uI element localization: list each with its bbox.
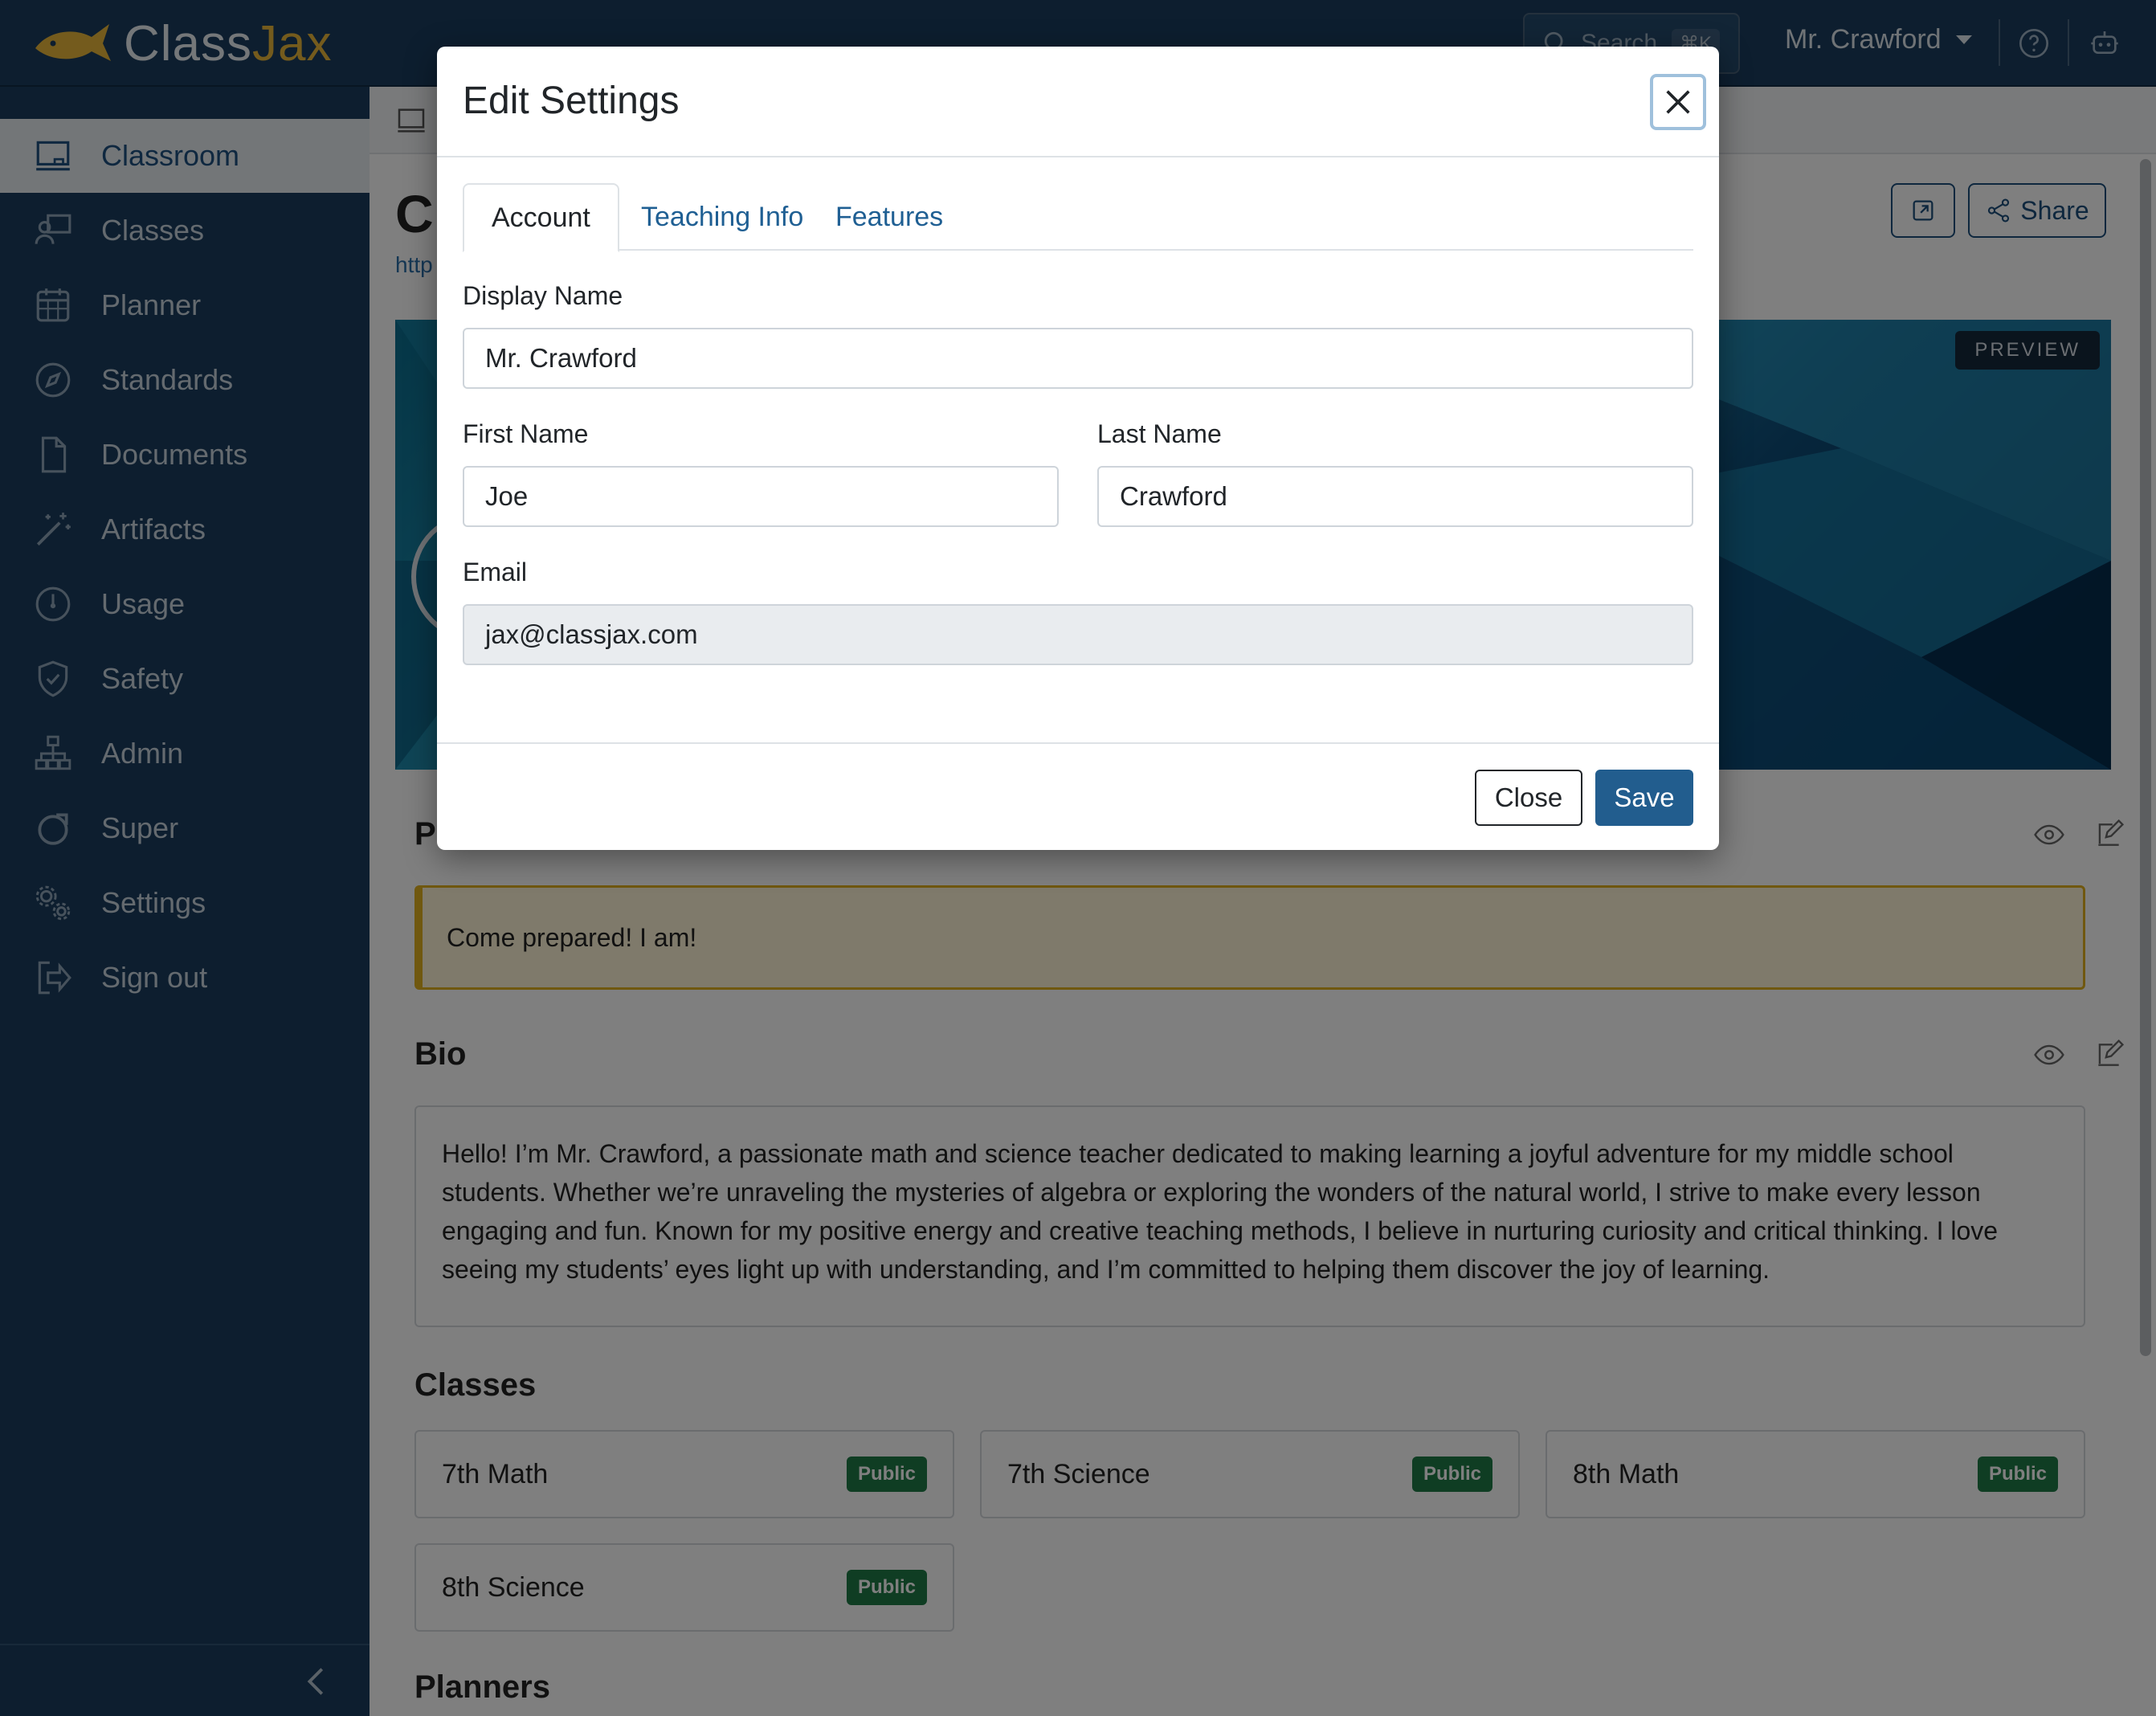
first-name-field[interactable]: Joe: [463, 466, 1059, 527]
modal-header: Edit Settings: [437, 47, 1719, 157]
last-name-label: Last Name: [1097, 419, 1222, 448]
close-icon: [1666, 90, 1690, 114]
settings-tabs: Account Teaching Info Features: [463, 183, 1693, 252]
display-name-label: Display Name: [463, 281, 623, 310]
modal-title: Edit Settings: [463, 80, 680, 122]
email-label: Email: [463, 558, 528, 586]
edit-settings-modal: Edit Settings Account Teaching Info Feat…: [437, 47, 1719, 850]
close-button[interactable]: Close: [1475, 770, 1582, 826]
display-name-field[interactable]: Mr. Crawford: [463, 328, 1693, 389]
first-name-label: First Name: [463, 419, 589, 448]
tab-features[interactable]: Features: [808, 183, 970, 251]
modal-close-button[interactable]: [1650, 74, 1706, 130]
email-field: jax@classjax.com: [463, 604, 1693, 665]
tab-account[interactable]: Account: [463, 183, 619, 252]
last-name-field[interactable]: Crawford: [1097, 466, 1693, 527]
save-button[interactable]: Save: [1595, 770, 1693, 826]
tab-teaching-info[interactable]: Teaching Info: [614, 183, 831, 251]
modal-footer: Close Save: [437, 742, 1719, 850]
